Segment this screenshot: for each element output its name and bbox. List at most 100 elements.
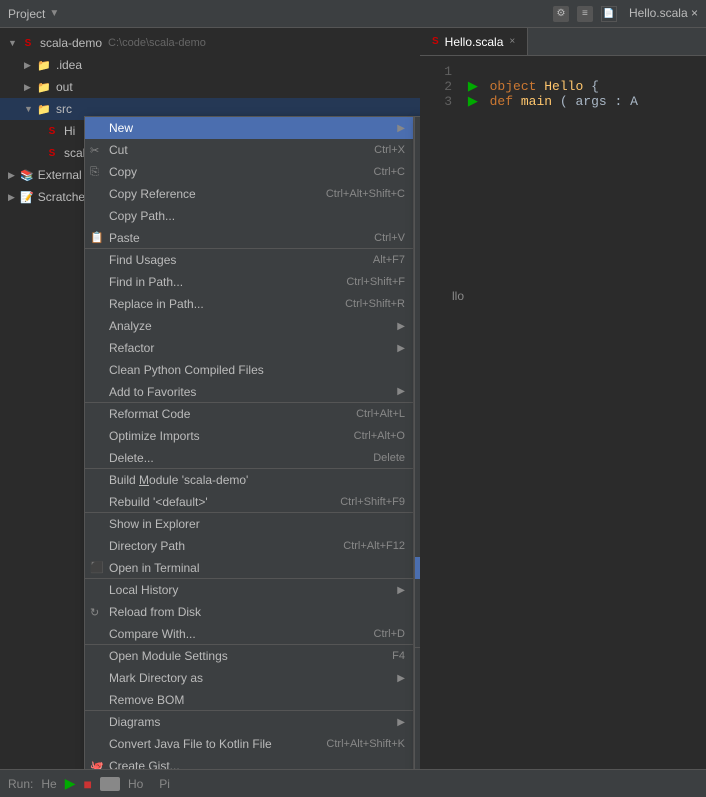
submenu-scratch-file[interactable]: 📝 Scratch File Ctrl+Alt+Shift+Insert: [415, 205, 420, 227]
hello-tab-label[interactable]: Hello.scala ×: [629, 6, 698, 22]
submenu-xml-config[interactable]: X XML Configuration File ▶: [415, 738, 420, 760]
menu-item-find-usages[interactable]: Find Usages Alt+F7: [85, 249, 413, 271]
menu-item-clean-python[interactable]: Clean Python Compiled Files: [85, 359, 413, 381]
submenu-fxml[interactable]: F FXML File: [415, 249, 420, 271]
menu-item-build-module[interactable]: Build Module 'scala-demo': [85, 469, 413, 491]
tree-item-out[interactable]: ▶ 📁 out: [0, 76, 420, 98]
more-icon[interactable]: ≡: [577, 6, 593, 22]
submenu-kotlin-worksheet[interactable]: K Kotlin Worksheet: [415, 535, 420, 557]
submenu-cfml[interactable]: CF CFML/CFC file: [415, 469, 420, 491]
tree-arrow-root: ▼: [8, 38, 20, 48]
submenu-jupyter[interactable]: Jn Jupyter Notebook: [415, 337, 420, 359]
stop-button[interactable]: ■: [83, 776, 91, 792]
menu-item-create-gist[interactable]: 🐙 Create Gist...: [85, 755, 413, 769]
tree-label-external: External: [38, 168, 82, 182]
tab-close-hello[interactable]: ×: [509, 36, 515, 47]
submenu-xslt[interactable]: X XSLT Stylesheet: [415, 623, 420, 645]
submenu-scala-worksheet[interactable]: S Scala Worksheet: [415, 557, 420, 579]
menu-item-paste[interactable]: 📋 Paste Ctrl+V: [85, 227, 413, 249]
menu-shortcut-cut: Ctrl+X: [374, 144, 405, 156]
menu-item-show-explorer[interactable]: Show in Explorer: [85, 513, 413, 535]
run-bar: Run: He ▶ ■ Ho Pi: [0, 769, 706, 797]
submenu-resource-bundle[interactable]: 📋 Resource Bundle: [415, 716, 420, 738]
submenu-file[interactable]: 📄 File: [415, 183, 420, 205]
menu-arrow-analyze: ▶: [397, 321, 405, 332]
copy-icon: ⎘: [90, 166, 99, 179]
title-bar: Project ▼ ⚙ ≡ 📄 Hello.scala ×: [0, 0, 706, 28]
menu-item-copy[interactable]: ⎘ Copy Ctrl+C: [85, 161, 413, 183]
editor-tab-hello[interactable]: S Hello.scala ×: [420, 28, 528, 55]
menu-item-cut[interactable]: ✂ Cut Ctrl+X: [85, 139, 413, 161]
submenu-python-package[interactable]: 🐍 Python Package: [415, 271, 420, 293]
run-arrow-2[interactable]: ▶: [468, 79, 478, 94]
submenu-html[interactable]: H HTML File: [415, 359, 420, 381]
submenu-package-info[interactable]: J package-info.java: [415, 293, 420, 315]
progress-bar: [100, 777, 120, 791]
menu-item-local-history[interactable]: Local History ▶: [85, 579, 413, 601]
submenu-editorconfig[interactable]: ⚙ EditorConfig File: [415, 672, 420, 694]
menu-label-delete: Delete...: [109, 451, 154, 465]
menu-item-reload[interactable]: ↻ Reload from Disk: [85, 601, 413, 623]
scala-icon-hi: S: [44, 123, 60, 139]
menu-shortcut-copy: Ctrl+C: [374, 166, 405, 178]
menu-item-refactor[interactable]: Refactor ▶: [85, 337, 413, 359]
menu-item-delete[interactable]: Delete... Delete: [85, 447, 413, 469]
submenu-diagram[interactable]: ◇ Diagram ▶: [415, 760, 420, 769]
menu-item-convert-java-kotlin[interactable]: Convert Java File to Kotlin File Ctrl+Al…: [85, 733, 413, 755]
tree-item-root[interactable]: ▼ S scala-demo C:\code\scala-demo: [0, 32, 420, 54]
menu-item-remove-bom[interactable]: Remove BOM: [85, 689, 413, 711]
submenu-pkg-json[interactable]: {} package.json File: [415, 447, 420, 469]
menu-item-new[interactable]: New ▶: [85, 117, 413, 139]
tree-item-idea[interactable]: ▶ 📁 .idea: [0, 54, 420, 76]
submenu-scala-class[interactable]: S Scala Class: [415, 139, 420, 161]
menu-label-clean-python: Clean Python Compiled Files: [109, 363, 264, 377]
submenu-python-file[interactable]: 🐍 Python File: [415, 315, 420, 337]
menu-item-rebuild[interactable]: Rebuild '<default>' Ctrl+Shift+F9: [85, 491, 413, 513]
kw-def: def: [490, 94, 513, 109]
submenu-coffeescript[interactable]: ☕ CoffeeScript File: [415, 491, 420, 513]
menu-label-local-history: Local History: [109, 583, 178, 597]
submenu-java-class[interactable]: J Java Class: [415, 117, 420, 139]
title-dropdown-arrow[interactable]: ▼: [49, 8, 59, 19]
submenu-package[interactable]: 📦 Package: [415, 227, 420, 249]
submenu-js[interactable]: JS JavaScript File: [415, 403, 420, 425]
hello-tab-icon[interactable]: 📄: [601, 6, 617, 22]
submenu-stylesheet[interactable]: C Stylesheet: [415, 381, 420, 403]
menu-label-copy-path: Copy Path...: [109, 209, 175, 223]
title-bar-icons: ⚙ ≡ 📄 Hello.scala ×: [553, 6, 698, 22]
menu-item-add-favorites[interactable]: Add to Favorites ▶: [85, 381, 413, 403]
project-panel: ▼ S scala-demo C:\code\scala-demo ▶ 📁 .i…: [0, 28, 420, 769]
menu-item-reformat[interactable]: Reformat Code Ctrl+Alt+L: [85, 403, 413, 425]
tree-label-root: scala-demo: [40, 36, 102, 50]
submenu-gherkin[interactable]: ● Gherkin feature file: [415, 601, 420, 623]
settings-icon[interactable]: ⚙: [553, 6, 569, 22]
run-button[interactable]: ▶: [65, 775, 76, 792]
submenu-kotlin-script[interactable]: K Kotlin Script: [415, 513, 420, 535]
menu-item-optimize[interactable]: Optimize Imports Ctrl+Alt+O: [85, 425, 413, 447]
menu-item-open-terminal[interactable]: ⬛ Open in Terminal: [85, 557, 413, 579]
menu-item-directory-path[interactable]: Directory Path Ctrl+Alt+F12: [85, 535, 413, 557]
menu-label-add-favorites: Add to Favorites: [109, 385, 196, 399]
submenu-swing[interactable]: ◻ Swing UI Designer ▶: [415, 694, 420, 716]
submenu-javafx[interactable]: J JavaFXApplication: [415, 579, 420, 601]
title-bar-text: Project: [8, 7, 45, 21]
menu-item-compare[interactable]: Compare With... Ctrl+D: [85, 623, 413, 645]
tree-arrow-src: ▼: [24, 104, 36, 114]
tree-arrow-idea: ▶: [24, 60, 36, 71]
idea-icon: 📁: [36, 57, 52, 73]
menu-shortcut-optimize: Ctrl+Alt+O: [354, 430, 405, 442]
menu-item-open-module-settings[interactable]: Open Module Settings F4: [85, 645, 413, 667]
menu-item-copy-path[interactable]: Copy Path...: [85, 205, 413, 227]
submenu-ts[interactable]: TS TypeScript File: [415, 425, 420, 447]
menu-item-mark-directory[interactable]: Mark Directory as ▶: [85, 667, 413, 689]
menu-item-find-path[interactable]: Find in Path... Ctrl+Shift+F: [85, 271, 413, 293]
menu-item-copy-ref[interactable]: Copy Reference Ctrl+Alt+Shift+C: [85, 183, 413, 205]
menu-label-new: New: [109, 121, 133, 135]
submenu-edit-templates[interactable]: ⚙ Edit File Templates...: [415, 650, 420, 672]
submenu-kotlin-file[interactable]: K Kotlin File/Class: [415, 161, 420, 183]
editor-content[interactable]: 1 2 ▶ object Hello { 3 ▶ def main ( args…: [420, 56, 706, 769]
menu-label-copy-ref: Copy Reference: [109, 187, 196, 201]
menu-item-replace-path[interactable]: Replace in Path... Ctrl+Shift+R: [85, 293, 413, 315]
menu-item-diagrams[interactable]: Diagrams ▶: [85, 711, 413, 733]
menu-item-analyze[interactable]: Analyze ▶: [85, 315, 413, 337]
